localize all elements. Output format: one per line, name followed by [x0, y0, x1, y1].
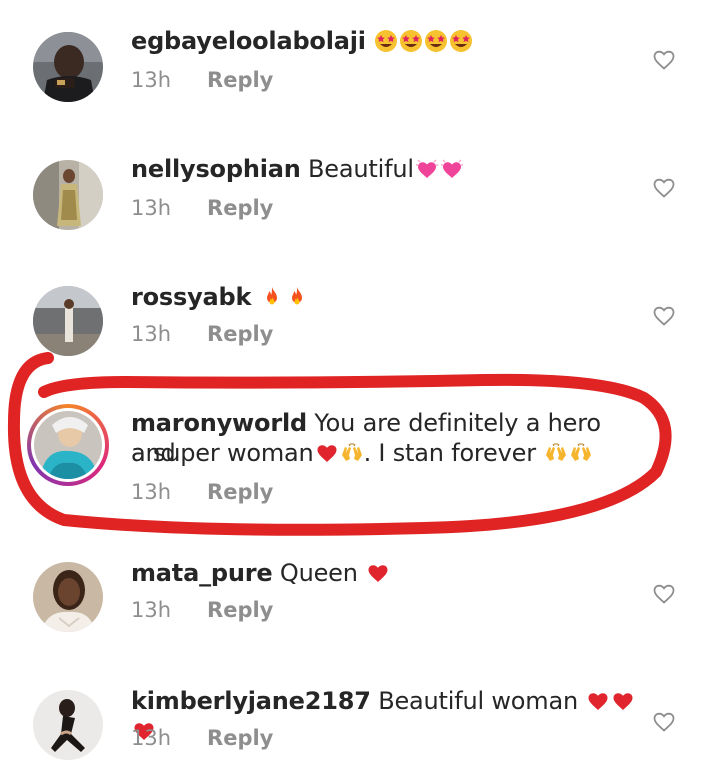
timestamp: 13h: [131, 480, 172, 504]
comment-body: Queen: [279, 559, 358, 587]
comment-row: nellysophian Beautiful 13h Reply: [0, 128, 720, 248]
emoji-raising-hands: [339, 439, 364, 467]
reply-button[interactable]: Reply: [207, 68, 273, 92]
reply-button[interactable]: Reply: [207, 196, 273, 220]
comment-text-line2: a super woman . I stan forever: [131, 438, 651, 468]
emoji-raising-hands: [568, 439, 593, 467]
timestamp: 13h: [131, 598, 172, 622]
emoji-sparkling-heart: [414, 155, 439, 183]
emoji-star-struck: [448, 27, 473, 55]
reply-button[interactable]: Reply: [207, 726, 273, 750]
comment-meta: 13h Reply: [131, 726, 273, 750]
timestamp: 13h: [131, 68, 172, 92]
comment-row-highlighted: maronyworld You are definitely a hero an…: [0, 384, 720, 524]
avatar[interactable]: [33, 160, 103, 230]
emoji-fire: [284, 283, 309, 311]
emoji-raising-hands: [543, 439, 568, 467]
comment-body: Beautiful: [308, 155, 414, 183]
avatar[interactable]: [33, 32, 103, 102]
comment-row: mata_pure Queen 13h Reply: [0, 532, 720, 652]
comment-row: rossyabk 13h Reply: [0, 256, 720, 376]
avatar[interactable]: [33, 562, 103, 632]
emoji-sparkling-heart: [439, 155, 464, 183]
avatar-with-story-ring[interactable]: [27, 404, 109, 486]
username-link[interactable]: mata_pure: [131, 559, 273, 587]
comment-meta: 13h Reply: [131, 196, 273, 220]
like-heart-icon[interactable]: [652, 176, 676, 200]
comment-text: nellysophian Beautiful: [131, 154, 651, 184]
emoji-star-struck: [398, 27, 423, 55]
username-link[interactable]: rossyabk: [131, 283, 251, 311]
emoji-fire: [259, 283, 284, 311]
timestamp: 13h: [131, 322, 172, 346]
emoji-star-struck: [373, 27, 398, 55]
comment-text: rossyabk: [131, 282, 651, 312]
comment-meta: 13h Reply: [131, 68, 273, 92]
comment-body-line2b: . I stan forever: [363, 439, 537, 467]
like-heart-icon[interactable]: [652, 304, 676, 328]
emoji-red-heart: [365, 559, 390, 587]
comment-text: egbayeloolabolaji: [131, 26, 651, 56]
avatar[interactable]: [33, 690, 103, 760]
timestamp: 13h: [131, 196, 172, 220]
reply-button[interactable]: Reply: [207, 480, 273, 504]
comment-meta: 13h Reply: [131, 322, 273, 346]
like-heart-icon[interactable]: [652, 48, 676, 72]
username-link[interactable]: egbayeloolabolaji: [131, 27, 366, 55]
emoji-red-heart: [314, 439, 339, 467]
comment-body-line2a: a super woman: [131, 439, 314, 467]
avatar[interactable]: [33, 286, 103, 356]
username-link[interactable]: nellysophian: [131, 155, 301, 183]
username-link[interactable]: kimberlyjane2187: [131, 687, 371, 715]
comment-row: egbayeloolabolaji 13h Reply: [0, 0, 720, 120]
username-link[interactable]: maronyworld: [131, 409, 307, 437]
emoji-red-heart: [585, 687, 610, 715]
like-heart-icon[interactable]: [652, 710, 676, 734]
emoji-red-heart: [610, 687, 635, 715]
comment-meta: 13h Reply: [131, 480, 273, 504]
comment-row: kimberlyjane2187 Beautiful woman 13h Repl…: [0, 660, 720, 780]
timestamp: 13h: [131, 726, 172, 750]
comment-meta: 13h Reply: [131, 598, 273, 622]
reply-button[interactable]: Reply: [207, 598, 273, 622]
comment-text: mata_pure Queen: [131, 558, 651, 588]
comment-body: Beautiful woman: [378, 687, 578, 715]
reply-button[interactable]: Reply: [207, 322, 273, 346]
emoji-star-struck: [423, 27, 448, 55]
like-heart-icon[interactable]: [652, 582, 676, 606]
